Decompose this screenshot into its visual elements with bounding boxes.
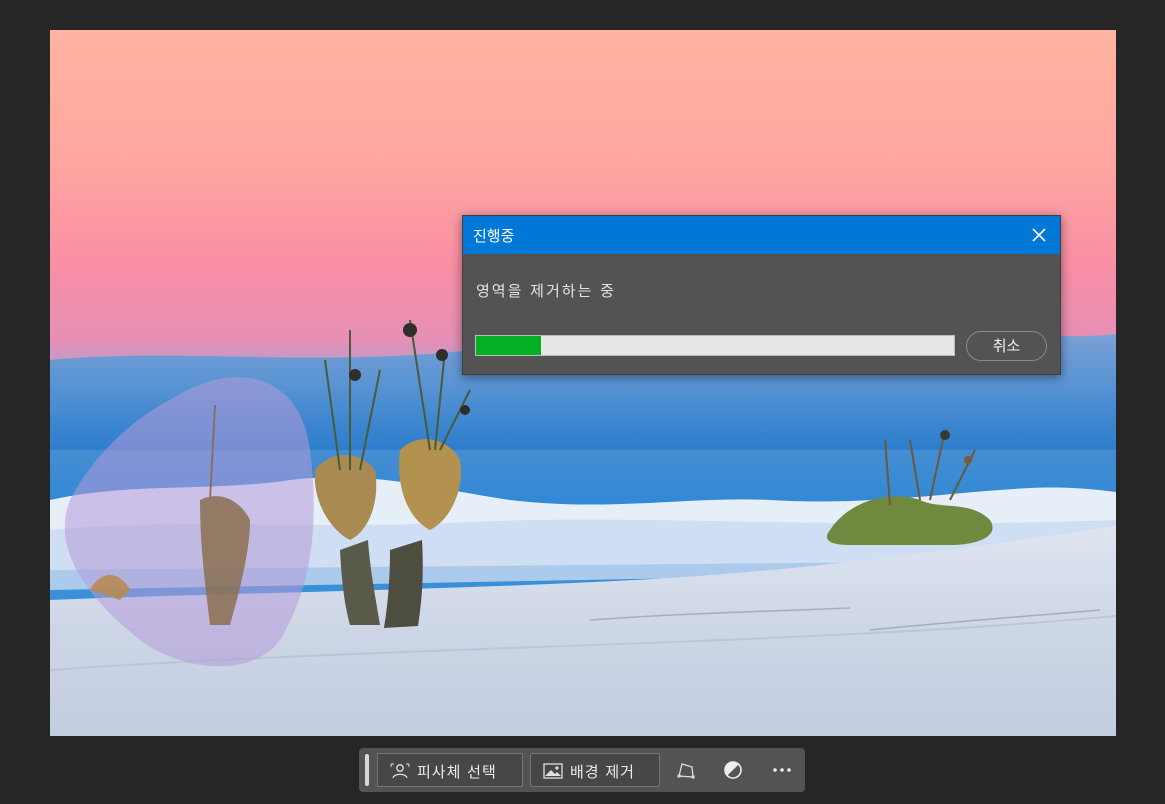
progress-bar: [475, 335, 955, 356]
close-button[interactable]: [1024, 220, 1054, 250]
image-icon: [543, 763, 563, 779]
dialog-titlebar[interactable]: 진행중: [463, 216, 1060, 254]
more-options-button[interactable]: [770, 758, 794, 782]
image-canvas[interactable]: [50, 30, 1116, 736]
contextual-task-bar: 피사체 선택 배경 제거: [359, 748, 805, 792]
select-subject-button[interactable]: 피사체 선택: [377, 753, 523, 787]
dialog-title: 진행중: [473, 227, 515, 245]
landscape-photo: [50, 30, 1116, 736]
more-icon: [773, 768, 791, 772]
drag-handle[interactable]: [365, 754, 369, 786]
person-select-icon: [390, 763, 410, 779]
remove-background-label: 배경 제거: [570, 763, 635, 781]
transform-icon: [677, 763, 695, 779]
adjustment-icon: [724, 761, 742, 779]
progress-bar-fill: [476, 336, 541, 355]
progress-message: 영역을 제거하는 중: [476, 282, 616, 300]
transform-button[interactable]: [674, 758, 698, 782]
progress-dialog: 진행중 영역을 제거하는 중 취소: [462, 215, 1061, 375]
cancel-button[interactable]: 취소: [966, 331, 1047, 361]
remove-background-button[interactable]: 배경 제거: [530, 753, 660, 787]
select-subject-label: 피사체 선택: [417, 763, 497, 781]
close-icon: [1032, 228, 1046, 242]
adjustment-button[interactable]: [721, 758, 745, 782]
